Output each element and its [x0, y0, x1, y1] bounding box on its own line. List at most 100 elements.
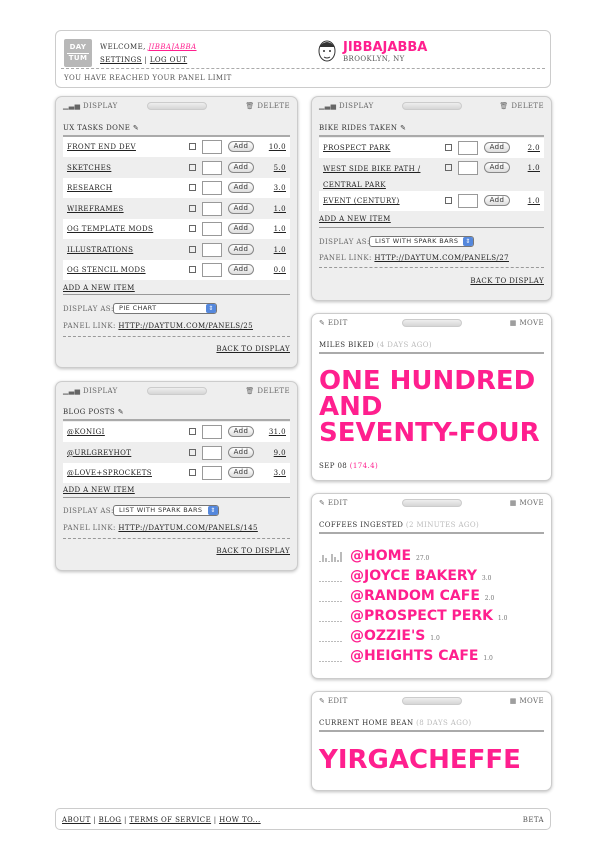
quantity-input[interactable]: [202, 222, 222, 236]
quantity-input[interactable]: [202, 201, 222, 216]
item-value[interactable]: 1.0: [274, 205, 286, 213]
calendar-icon[interactable]: [445, 164, 452, 171]
item-value[interactable]: 2.0: [528, 144, 540, 152]
item-value[interactable]: 1.0: [528, 197, 540, 205]
panel-title[interactable]: CURRENT HOME BEAN (8 DAYS AGO): [319, 719, 472, 727]
add-button[interactable]: Add: [228, 182, 254, 193]
quantity-input[interactable]: [458, 194, 478, 208]
display-as-select[interactable]: LIST WITH SPARK BARS ⇕: [369, 236, 474, 247]
move-button[interactable]: ▦ MOVE: [510, 319, 544, 327]
item-label[interactable]: FRONT END DEV: [67, 143, 136, 151]
back-to-display-link[interactable]: BACK TO DISPLAY: [470, 277, 544, 285]
add-new-item-link[interactable]: ADD A NEW ITEM: [63, 486, 135, 494]
quantity-input[interactable]: [202, 425, 222, 439]
item-value[interactable]: 1.0: [274, 246, 286, 254]
display-toggle[interactable]: ▁▃▅ DISPLAY: [63, 387, 118, 395]
add-button[interactable]: Add: [228, 202, 254, 214]
move-button[interactable]: ▦ MOVE: [510, 697, 544, 705]
item-label[interactable]: RESEARCH: [67, 184, 112, 192]
blog-link[interactable]: BLOG: [99, 816, 122, 824]
panel-title[interactable]: COFFEES INGESTED (2 MINUTES AGO): [319, 521, 479, 529]
drag-handle[interactable]: [146, 387, 207, 395]
display-as-select[interactable]: PIE CHART ⇕: [113, 303, 217, 314]
back-to-display-link[interactable]: BACK TO DISPLAY: [216, 547, 290, 555]
calendar-icon[interactable]: [189, 143, 196, 150]
terms-link[interactable]: TERMS OF SERVICE: [129, 816, 211, 824]
delete-button[interactable]: 🗑 DELETE: [245, 102, 290, 110]
display-toggle[interactable]: ▁▃▅ DISPLAY: [63, 102, 118, 110]
add-new-item-link[interactable]: ADD A NEW ITEM: [319, 215, 391, 223]
item-label[interactable]: OG STENCIL MODS: [67, 266, 146, 274]
item-value[interactable]: 5.0: [274, 164, 286, 172]
daytum-logo[interactable]: DAY TUM: [64, 39, 92, 67]
item-value[interactable]: 1.0: [528, 164, 540, 172]
panel-title[interactable]: BIKE RIDES TAKEN ✎: [319, 124, 406, 132]
display-as-select[interactable]: LIST WITH SPARK BARS ⇕: [113, 505, 219, 516]
quantity-input[interactable]: [202, 466, 222, 480]
item-value[interactable]: 3.0: [274, 469, 286, 477]
edit-button[interactable]: ✎ EDIT: [319, 499, 348, 507]
quantity-input[interactable]: [202, 445, 222, 460]
logout-link[interactable]: LOG OUT: [150, 56, 187, 64]
add-new-item-link[interactable]: ADD A NEW ITEM: [63, 284, 135, 292]
drag-handle[interactable]: [401, 499, 462, 507]
calendar-icon[interactable]: [189, 204, 196, 212]
item-value[interactable]: 31.0: [269, 428, 286, 436]
edit-button[interactable]: ✎ EDIT: [319, 697, 348, 705]
quantity-input[interactable]: [202, 242, 222, 257]
delete-button[interactable]: 🗑 DELETE: [499, 102, 544, 110]
add-button[interactable]: Add: [228, 467, 254, 478]
panel-link[interactable]: HTTP://DAYTUM.COM/PANELS/145: [118, 524, 257, 532]
howto-link[interactable]: HOW TO...: [219, 816, 261, 824]
panel-link[interactable]: HTTP://DAYTUM.COM/PANELS/27: [374, 254, 509, 262]
item-value[interactable]: 3.0: [274, 184, 286, 192]
item-value[interactable]: 10.0: [269, 143, 286, 151]
display-toggle[interactable]: ▁▃▅ DISPLAY: [319, 102, 374, 110]
item-value[interactable]: 1.0: [274, 225, 286, 233]
item-label[interactable]: @KONIGI: [67, 428, 105, 436]
calendar-icon[interactable]: [189, 448, 196, 456]
panel-title[interactable]: MILES BIKED (4 DAYS AGO): [319, 341, 432, 349]
item-label[interactable]: @URLGREYHOT: [67, 449, 131, 457]
drag-handle[interactable]: [401, 102, 462, 110]
add-button[interactable]: Add: [484, 142, 510, 153]
calendar-icon[interactable]: [445, 197, 452, 204]
item-value[interactable]: 9.0: [274, 449, 286, 457]
add-button[interactable]: Add: [228, 141, 254, 152]
add-button[interactable]: Add: [228, 446, 254, 458]
panel-link[interactable]: HTTP://DAYTUM.COM/PANELS/25: [118, 322, 253, 330]
calendar-icon[interactable]: [189, 163, 196, 171]
item-label[interactable]: WIREFRAMES: [67, 205, 124, 213]
item-label[interactable]: SKETCHES: [67, 164, 111, 172]
calendar-icon[interactable]: [189, 245, 196, 253]
quantity-input[interactable]: [202, 263, 222, 277]
calendar-icon[interactable]: [189, 184, 196, 191]
item-label[interactable]: OG TEMPLATE MODS: [67, 225, 153, 233]
calendar-icon[interactable]: [189, 266, 196, 273]
add-button[interactable]: Add: [228, 264, 254, 275]
quantity-input[interactable]: [202, 140, 222, 154]
item-label[interactable]: WEST SIDE BIKE PATH / CENTRAL PARK: [323, 161, 420, 193]
quantity-input[interactable]: [458, 141, 478, 155]
item-label[interactable]: PROSPECT PARK: [323, 144, 390, 152]
item-label[interactable]: @LOVE+SPROCKETS: [67, 469, 152, 477]
drag-handle[interactable]: [146, 102, 207, 110]
calendar-icon[interactable]: [189, 428, 196, 435]
calendar-icon[interactable]: [189, 225, 196, 232]
add-button[interactable]: Add: [228, 426, 254, 437]
item-label[interactable]: ILLUSTRATIONS: [67, 246, 133, 254]
edit-button[interactable]: ✎ EDIT: [319, 319, 348, 327]
quantity-input[interactable]: [202, 181, 222, 195]
panel-title[interactable]: UX TASKS DONE ✎: [63, 124, 139, 132]
calendar-icon[interactable]: [445, 144, 452, 151]
panel-title[interactable]: BLOG POSTS ✎: [63, 408, 124, 416]
add-button[interactable]: Add: [228, 223, 254, 234]
move-button[interactable]: ▦ MOVE: [510, 499, 544, 507]
username-link[interactable]: JIBBAJABBA: [148, 43, 196, 51]
delete-button[interactable]: 🗑 DELETE: [245, 387, 290, 395]
calendar-icon[interactable]: [189, 469, 196, 476]
quantity-input[interactable]: [202, 160, 222, 175]
add-button[interactable]: Add: [484, 162, 510, 173]
back-to-display-link[interactable]: BACK TO DISPLAY: [216, 345, 290, 353]
add-button[interactable]: Add: [228, 161, 254, 173]
